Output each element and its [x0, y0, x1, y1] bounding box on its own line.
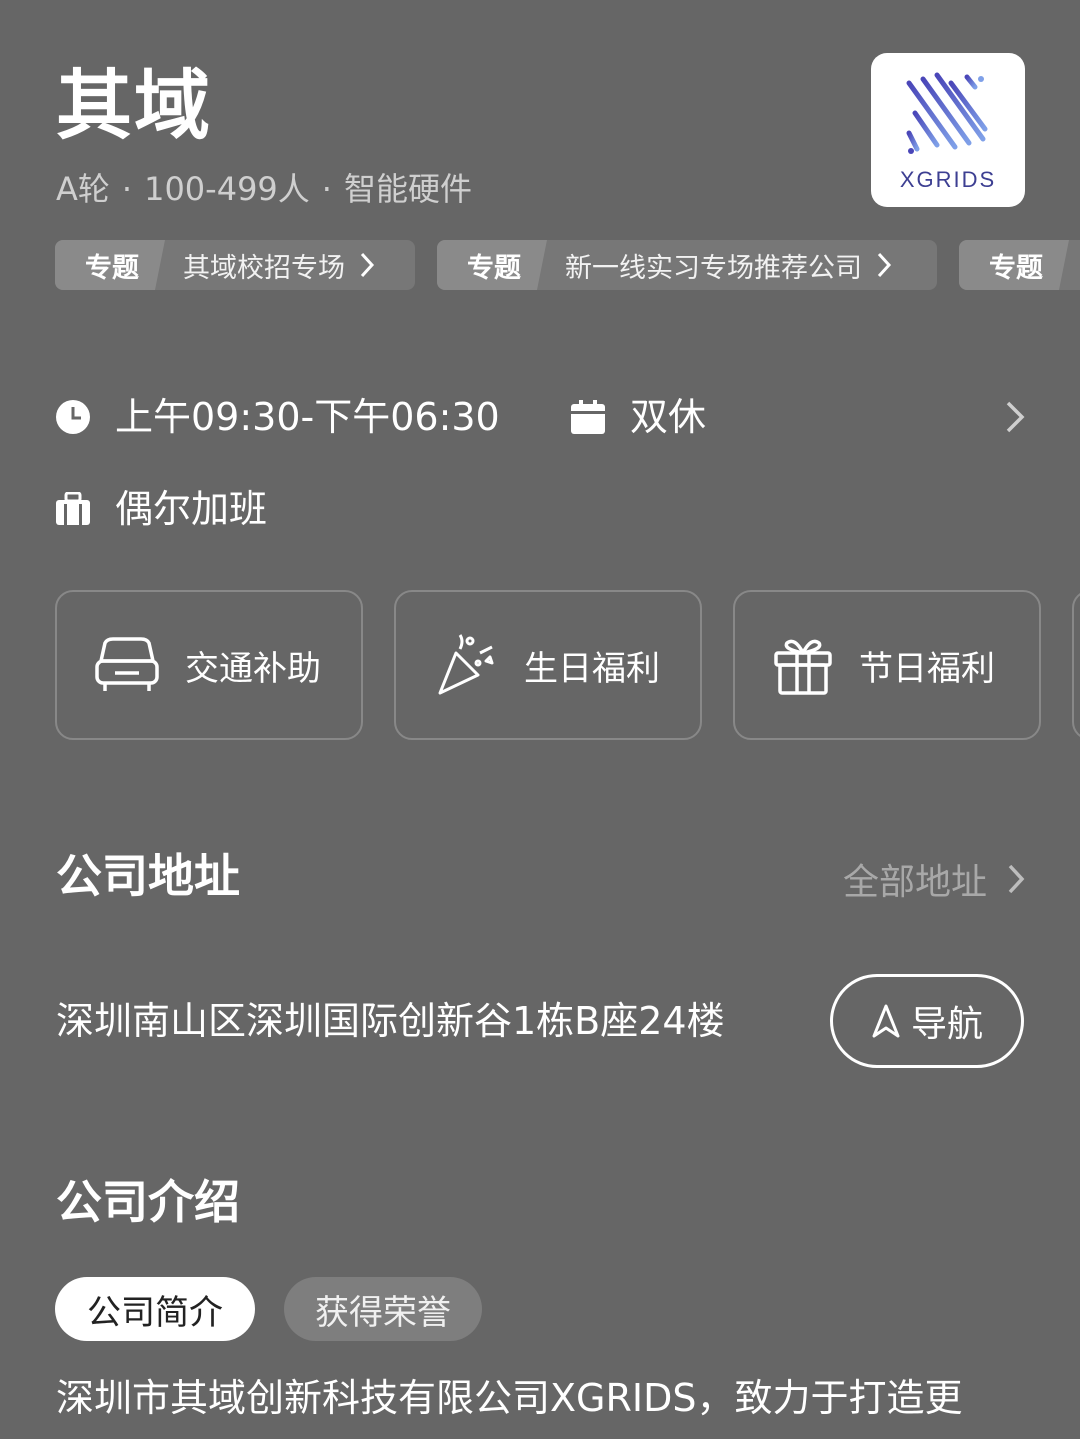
- navigation-arrow-icon: [872, 1004, 900, 1038]
- rest-days: 双休: [630, 395, 707, 439]
- work-hours: 上午09:30-下午06:30: [115, 395, 500, 439]
- chevron-right-icon: [1008, 864, 1025, 894]
- work-hours-row: 上午09:30-下午06:30: [55, 392, 500, 442]
- calendar-icon: [570, 399, 606, 435]
- gift-icon: [773, 635, 833, 695]
- funding-round: A轮: [56, 170, 110, 208]
- company-address: 深圳南山区深圳国际创新谷1栋B座24楼: [56, 999, 725, 1043]
- topic-chip-row: 专题 其域校招专场 专题 新一线实习专场推荐公司 专题: [55, 240, 1080, 290]
- topic-label: 其域校招专场: [183, 252, 345, 284]
- company-size: 100-499人: [144, 170, 310, 208]
- car-icon: [95, 637, 159, 693]
- chevron-right-icon[interactable]: [1005, 400, 1025, 434]
- benefit-card-birthday[interactable]: 生日福利: [394, 590, 702, 740]
- navigation-button[interactable]: 导航: [830, 974, 1024, 1068]
- intro-text: 深圳市其域创新科技有限公司XGRIDS，致力于打造更: [56, 1376, 963, 1420]
- company-industry: 智能硬件: [343, 170, 472, 208]
- topic-tag: 专题: [55, 240, 165, 290]
- benefit-card-holiday[interactable]: 节日福利: [733, 590, 1041, 740]
- company-name: 其域: [56, 61, 212, 150]
- rest-days-row: 双休: [570, 392, 706, 442]
- tab-honors[interactable]: 获得荣誉: [284, 1277, 482, 1341]
- overtime: 偶尔加班: [115, 487, 268, 531]
- party-popper-icon: [434, 633, 498, 697]
- benefit-label: 节日福利: [859, 648, 995, 689]
- benefit-card-partial[interactable]: [1072, 590, 1080, 740]
- navigation-label: 导航: [910, 1004, 983, 1045]
- benefit-label: 生日福利: [524, 648, 660, 689]
- company-logo: XGRIDS: [871, 53, 1025, 207]
- topic-chip-more[interactable]: 专题: [959, 240, 1080, 290]
- benefit-card-transport[interactable]: 交通补助: [55, 590, 363, 740]
- clock-icon: [55, 399, 91, 435]
- chevron-right-icon: [877, 252, 892, 278]
- overtime-row: 偶尔加班: [55, 484, 267, 534]
- topic-tag: 专题: [959, 240, 1069, 290]
- benefit-label: 交通补助: [185, 648, 321, 689]
- company-meta: A轮 · 100-499人 · 智能硬件: [56, 170, 472, 208]
- intro-section-title: 公司介绍: [56, 1175, 240, 1229]
- topic-tag: 专题: [437, 240, 547, 290]
- topic-chip-internship[interactable]: 专题 新一线实习专场推荐公司: [437, 240, 937, 290]
- logo-text: XGRIDS: [899, 167, 997, 192]
- chevron-right-icon: [360, 252, 375, 278]
- all-addresses-label: 全部地址: [842, 862, 987, 903]
- tab-company-profile[interactable]: 公司简介: [55, 1277, 255, 1341]
- briefcase-icon: [55, 492, 91, 526]
- topic-chip-campus[interactable]: 专题 其域校招专场: [55, 240, 415, 290]
- all-addresses-link[interactable]: 全部地址: [843, 853, 1025, 905]
- topic-label: 新一线实习专场推荐公司: [565, 252, 862, 284]
- address-section-title: 公司地址: [56, 849, 240, 903]
